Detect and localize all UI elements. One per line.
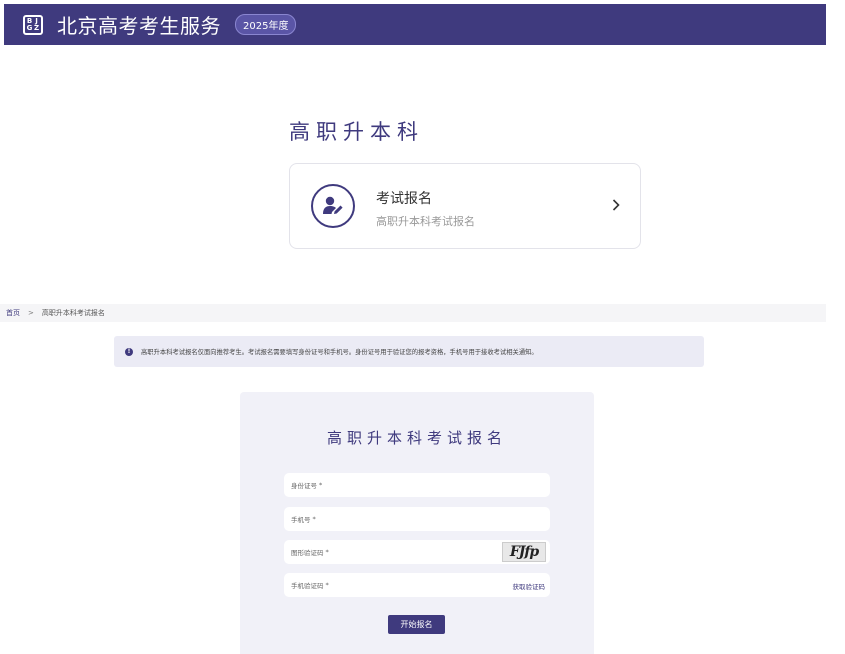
user-edit-icon [311, 184, 355, 228]
card-title: 考试报名 [376, 191, 432, 207]
registration-form-panel: 高职升本科考试报名 身份证号 * 手机号 * 图形验证码 * FJfp 手机验证… [240, 392, 594, 654]
chevron-right-icon [612, 196, 620, 215]
breadcrumb-home-link[interactable]: 首页 [6, 308, 20, 318]
site-title[interactable]: 北京高考考生服务 [57, 10, 221, 39]
sms-code-input[interactable]: 手机验证码 * 获取验证码 [284, 573, 550, 597]
start-registration-button[interactable]: 开始报名 [388, 615, 445, 634]
get-code-link[interactable]: 获取验证码 [513, 581, 546, 591]
required-mark: * [319, 481, 323, 489]
top-header-bar: B J G Z 北京高考考生服务 2025年度 [4, 4, 826, 45]
info-icon: ! [125, 347, 133, 356]
notice-banner: ! 高职升本科考试报名仅面向推荐考生。考试报名需要填写身份证号和手机号。身份证号… [114, 336, 704, 367]
notice-text: 高职升本科考试报名仅面向推荐考生。考试报名需要填写身份证号和手机号。身份证号用于… [141, 349, 538, 356]
required-mark: * [325, 581, 329, 589]
captcha-image[interactable]: FJfp [502, 542, 546, 562]
exam-registration-card[interactable]: 考试报名 高职升本科考试报名 [289, 163, 641, 249]
id-number-input[interactable]: 身份证号 * [284, 473, 550, 497]
breadcrumb-separator: > [28, 309, 34, 317]
captcha-input[interactable]: 图形验证码 * FJfp [284, 540, 550, 564]
captcha-placeholder: 图形验证码 [291, 549, 324, 557]
phone-placeholder: 手机号 [291, 516, 311, 524]
id-number-placeholder: 身份证号 [291, 482, 317, 490]
breadcrumb-current: 高职升本科考试报名 [41, 309, 105, 317]
form-title: 高职升本科考试报名 [326, 429, 507, 447]
breadcrumb: 首页 > 高职升本科考试报名 [0, 304, 826, 322]
sms-code-placeholder: 手机验证码 [291, 582, 324, 590]
phone-input[interactable]: 手机号 * [284, 507, 550, 531]
site-logo-icon[interactable]: B J G Z [23, 14, 43, 35]
required-mark: * [312, 515, 316, 523]
section-title: 高职升本科 [289, 120, 424, 144]
logo-letter: Z [33, 23, 40, 32]
logo-letter: G [26, 23, 33, 32]
year-badge: 2025年度 [235, 14, 297, 35]
required-mark: * [325, 548, 329, 556]
card-subtitle: 高职升本科考试报名 [376, 215, 475, 228]
